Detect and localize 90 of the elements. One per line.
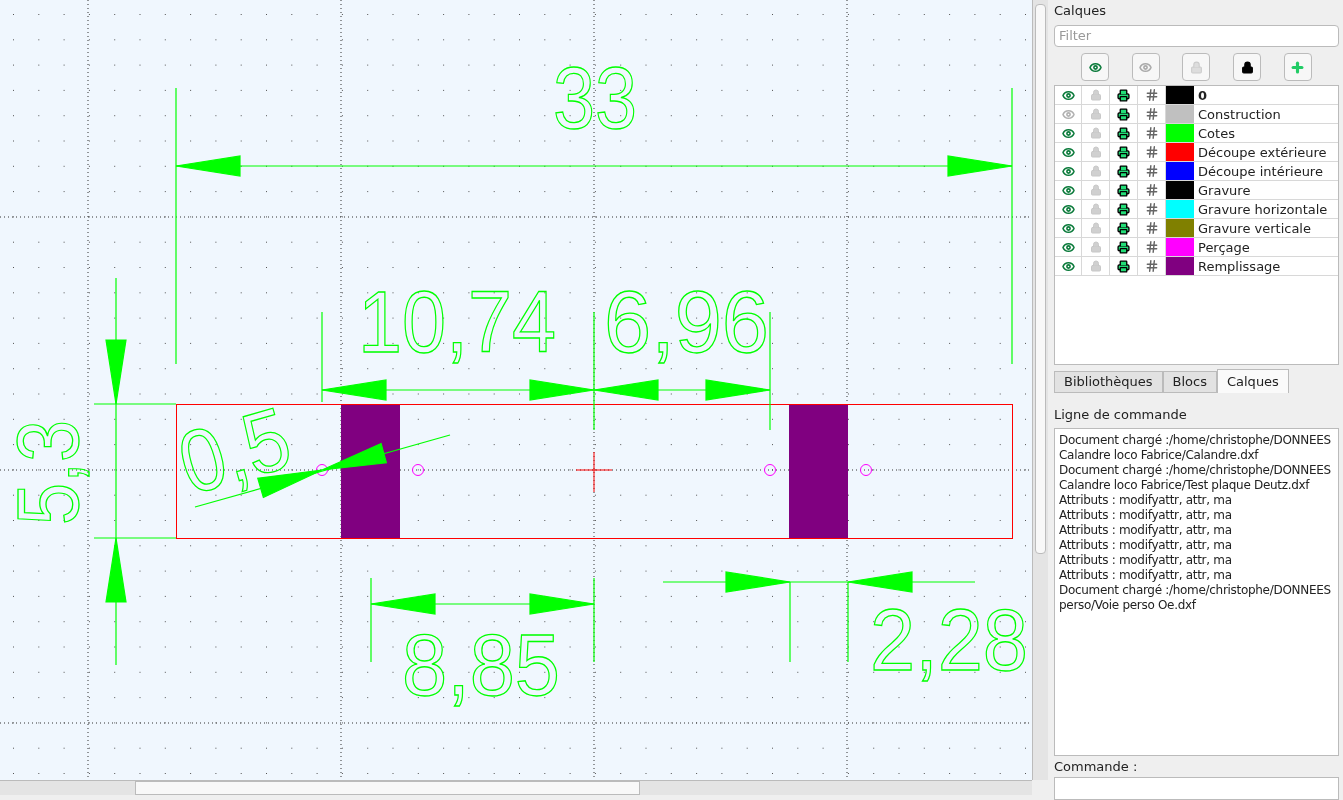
grid-hash-icon[interactable] xyxy=(1144,145,1159,160)
plus-icon xyxy=(1290,59,1306,75)
layer-name[interactable]: Perçage xyxy=(1198,237,1250,257)
panel-title: Ligne de commande xyxy=(1054,406,1188,424)
dimension-label: 6,96 xyxy=(604,272,776,371)
history-line: Attributs : modifyattr, attr, ma xyxy=(1059,492,1233,508)
lock-all-layers-button[interactable] xyxy=(1233,53,1262,82)
history-line: Attributs : modifyattr, attr, ma xyxy=(1059,522,1233,538)
dimension-label: 5,3 xyxy=(0,402,97,525)
lock-icon xyxy=(1240,60,1254,74)
history-line: Attributs : modifyattr, attr, ma xyxy=(1059,552,1233,568)
layer-color-swatch[interactable] xyxy=(1166,105,1194,124)
show-all-layers-button[interactable] xyxy=(1081,53,1110,82)
grid-hash-icon[interactable] xyxy=(1144,126,1159,141)
panel-tab[interactable]: Blocs xyxy=(1162,371,1217,393)
grid-hash-icon[interactable] xyxy=(1144,259,1159,274)
printer-icon[interactable] xyxy=(1117,221,1130,235)
printer-icon[interactable] xyxy=(1117,240,1130,254)
printer-icon[interactable] xyxy=(1117,183,1130,197)
history-line: Attributs : modifyattr, attr, ma xyxy=(1059,537,1233,553)
layer-color-swatch[interactable] xyxy=(1166,257,1194,276)
layer-color-swatch[interactable] xyxy=(1166,162,1194,181)
history-line: Attributs : modifyattr, attr, ma xyxy=(1059,567,1233,583)
command-label: Commande : xyxy=(1054,757,1139,776)
lock-icon xyxy=(1190,60,1203,74)
dimension-label: 33 xyxy=(553,48,651,147)
layer-color-swatch[interactable] xyxy=(1166,181,1194,200)
center-cross xyxy=(575,451,613,493)
grid-hash-icon[interactable] xyxy=(1144,240,1159,255)
horizontal-scrollbar[interactable] xyxy=(0,780,1032,795)
grid-hash-icon[interactable] xyxy=(1144,221,1159,236)
eye-icon xyxy=(1088,60,1102,74)
history-line: Document chargé :/home/christophe/DONNEES xyxy=(1059,432,1332,448)
dimension-label: 10,74 xyxy=(358,272,579,371)
drill-hole xyxy=(412,464,424,476)
layer-name[interactable]: Gravure xyxy=(1198,180,1251,200)
grid-hash-icon[interactable] xyxy=(1144,183,1159,198)
history-line: Document chargé :/home/christophe/DONNEES xyxy=(1059,582,1332,598)
grid-hash-icon[interactable] xyxy=(1144,88,1159,103)
visibility-eye-icon[interactable] xyxy=(1061,126,1075,140)
grid-hash-icon[interactable] xyxy=(1144,202,1159,217)
drill-hole xyxy=(764,464,776,476)
visibility-eye-icon[interactable] xyxy=(1061,164,1075,178)
layer-color-swatch[interactable] xyxy=(1166,143,1194,162)
visibility-eye-icon[interactable] xyxy=(1061,88,1075,102)
layer-name[interactable]: Remplissage xyxy=(1198,256,1281,276)
printer-icon[interactable] xyxy=(1117,202,1130,216)
printer-icon[interactable] xyxy=(1117,164,1130,178)
eye-icon xyxy=(1139,60,1153,74)
layer-name[interactable]: Découpe extérieure xyxy=(1198,142,1327,162)
drill-hole xyxy=(860,464,872,476)
layer-color-swatch[interactable] xyxy=(1166,86,1194,105)
drill-hole xyxy=(316,464,328,476)
panel-tab[interactable]: Bibliothèques xyxy=(1054,371,1163,393)
dimension-label: 0,5 xyxy=(167,384,313,514)
layer-name[interactable]: Gravure horizontale xyxy=(1198,199,1328,219)
printer-icon[interactable] xyxy=(1117,126,1130,140)
panel-title: Calques xyxy=(1054,2,1107,20)
printer-icon[interactable] xyxy=(1117,145,1130,159)
visibility-eye-icon[interactable] xyxy=(1061,240,1075,254)
visibility-eye-icon[interactable] xyxy=(1061,259,1075,273)
history-line: Calandre loco Fabrice/Calandre.dxf xyxy=(1059,447,1260,463)
visibility-eye-icon[interactable] xyxy=(1061,221,1075,235)
vertical-scrollbar[interactable] xyxy=(1032,0,1048,780)
dimension-label: 2,28 xyxy=(870,590,1032,689)
layer-name[interactable]: Découpe intérieure xyxy=(1198,161,1323,181)
history-line: Attributs : modifyattr, attr, ma xyxy=(1059,507,1233,523)
visibility-eye-icon[interactable] xyxy=(1061,202,1075,216)
layer-color-swatch[interactable] xyxy=(1166,200,1194,219)
visibility-eye-icon[interactable] xyxy=(1061,145,1075,159)
panel-tab[interactable]: Calques xyxy=(1216,369,1289,393)
layer-name[interactable]: Cotes xyxy=(1198,123,1235,143)
printer-icon[interactable] xyxy=(1117,107,1130,121)
layer-name[interactable]: Construction xyxy=(1198,104,1281,124)
printer-icon[interactable] xyxy=(1117,88,1130,102)
dimension-label: 8,85 xyxy=(402,615,574,714)
layer-color-swatch[interactable] xyxy=(1166,238,1194,257)
history-line: perso/Voie perso Oe.dxf xyxy=(1059,597,1198,613)
printer-icon[interactable] xyxy=(1117,259,1130,273)
layer-color-swatch[interactable] xyxy=(1166,124,1194,143)
history-line: Calandre loco Fabrice/Test plaque Deutz.dxf xyxy=(1059,477,1311,493)
filter-field[interactable]: Filter xyxy=(1054,24,1339,48)
command-field[interactable] xyxy=(1054,777,1339,800)
layer-name[interactable]: 0 xyxy=(1198,85,1208,105)
grid-hash-icon[interactable] xyxy=(1144,164,1159,179)
visibility-eye-icon[interactable] xyxy=(1061,183,1075,197)
history-line: Document chargé :/home/christophe/DONNEES xyxy=(1059,462,1332,478)
layer-color-swatch[interactable] xyxy=(1166,219,1194,238)
layer-name[interactable]: Gravure verticale xyxy=(1198,218,1311,238)
grid-hash-icon[interactable] xyxy=(1144,107,1159,122)
